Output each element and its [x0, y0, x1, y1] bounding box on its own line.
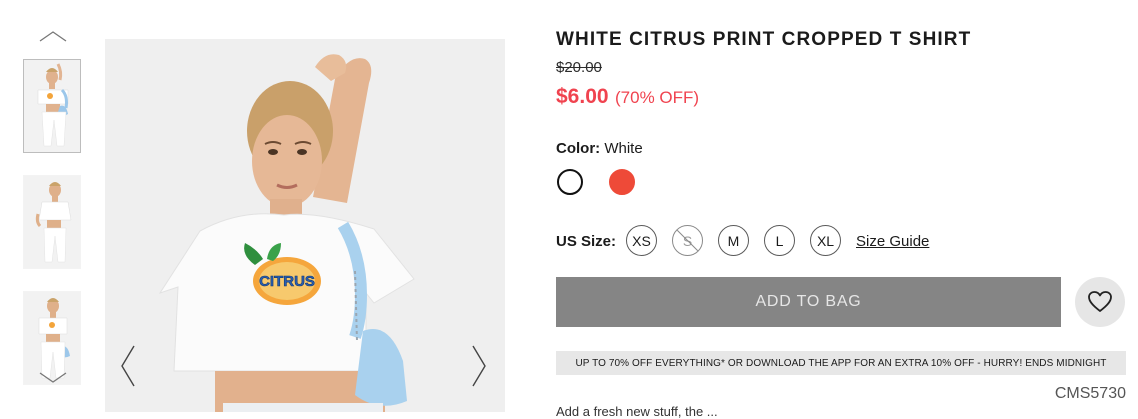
- wishlist-button[interactable]: [1075, 277, 1125, 327]
- color-swatch-white[interactable]: [557, 169, 583, 195]
- size-option-m[interactable]: M: [718, 225, 749, 256]
- chevron-down-icon[interactable]: [38, 370, 68, 386]
- product-code: CMS5730: [1054, 385, 1126, 402]
- thumbnail-1[interactable]: [23, 59, 81, 153]
- thumbnail-2[interactable]: [23, 175, 81, 269]
- thumbnail-gallery: [22, 28, 84, 412]
- chevron-left-icon[interactable]: [118, 344, 138, 388]
- discount-label: (70% OFF): [615, 88, 700, 107]
- size-option-l[interactable]: L: [764, 225, 795, 256]
- price-row: $6.00 (70% OFF): [556, 85, 699, 109]
- chevron-right-icon[interactable]: [469, 344, 489, 388]
- sale-price: $6.00: [556, 85, 609, 108]
- add-to-bag-button[interactable]: ADD TO BAG: [556, 277, 1061, 327]
- product-main-image: CITRUS: [105, 39, 505, 412]
- product-title: WHITE CITRUS PRINT CROPPED T SHIRT: [556, 29, 972, 50]
- promo-banner: UP TO 70% OFF EVERYTHING* OR DOWNLOAD TH…: [556, 351, 1126, 375]
- model-photo: CITRUS: [105, 39, 505, 412]
- chevron-up-icon[interactable]: [38, 28, 68, 44]
- citrus-print-text: CITRUS: [259, 273, 315, 290]
- color-swatch-red[interactable]: [609, 169, 635, 195]
- size-option-xs[interactable]: XS: [626, 225, 657, 256]
- size-guide-link[interactable]: Size Guide: [856, 233, 929, 250]
- product-info-panel: WHITE CITRUS PRINT CROPPED T SHIRT $20.0…: [556, 0, 1128, 419]
- size-option-xl[interactable]: XL: [810, 225, 841, 256]
- color-selector-label: Color: White: [556, 140, 643, 157]
- color-label: Color:: [556, 140, 601, 157]
- selected-color: White: [604, 140, 643, 157]
- original-price: $20.00: [556, 59, 602, 76]
- size-label: US Size:: [556, 233, 617, 250]
- heart-icon: [1088, 291, 1112, 312]
- size-option-s[interactable]: S: [672, 225, 703, 256]
